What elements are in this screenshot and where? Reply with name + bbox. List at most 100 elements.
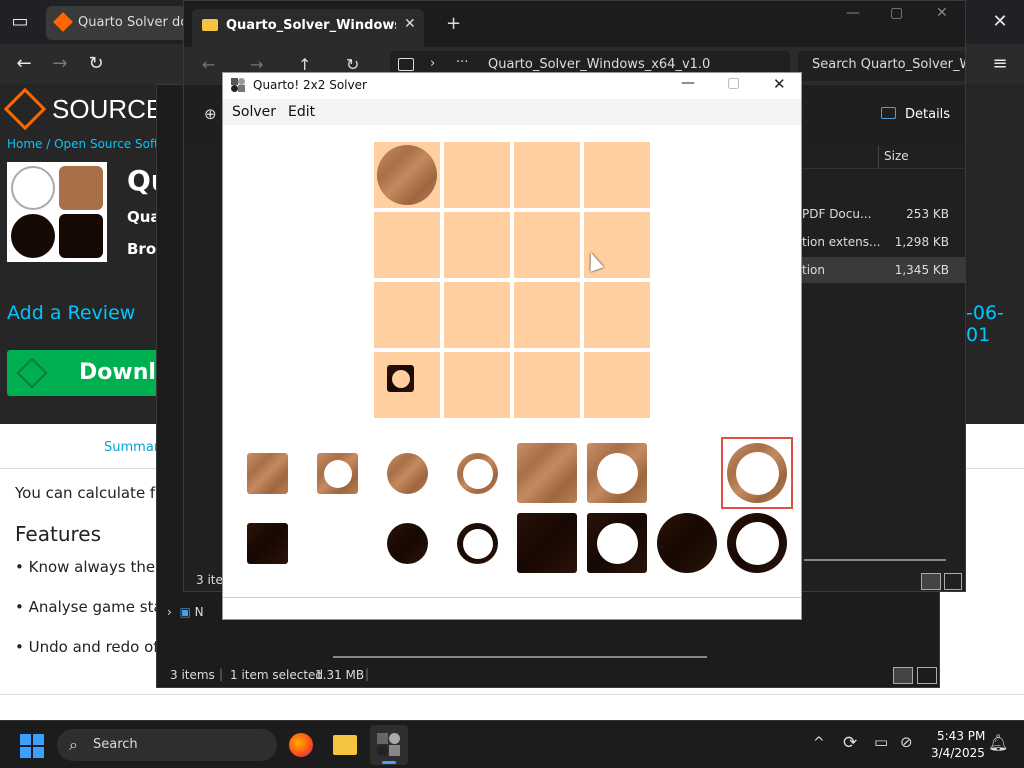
piece-wood-large-round-hollow[interactable] — [727, 443, 787, 503]
scrollbar[interactable] — [333, 656, 707, 658]
summary-tab[interactable]: Summar — [104, 440, 159, 455]
board-cell[interactable] — [444, 282, 510, 348]
board-cell[interactable] — [514, 282, 580, 348]
windows-start-icon[interactable] — [20, 734, 44, 758]
chevron-up-icon[interactable]: ^ — [813, 735, 825, 751]
board-cell[interactable] — [374, 212, 440, 278]
tiles-view-icon[interactable] — [917, 667, 937, 684]
forward-arrow-icon[interactable]: → — [48, 54, 72, 74]
piece-slot[interactable] — [657, 513, 717, 573]
piece-slot[interactable] — [237, 513, 297, 573]
browser-tab[interactable]: Quarto Solver down — [46, 6, 207, 40]
piece-slot[interactable] — [377, 443, 437, 503]
piece-slot[interactable] — [721, 437, 793, 509]
close-icon[interactable]: ✕ — [404, 16, 416, 32]
tab-actions-icon[interactable]: ▭ — [8, 12, 32, 32]
piece-dark-small-square-hollow-invert[interactable] — [387, 365, 414, 392]
file-list-scrollbar[interactable] — [804, 559, 946, 561]
back-arrow-icon[interactable]: ← — [12, 54, 36, 74]
board-cell[interactable] — [444, 212, 510, 278]
file-row-selected[interactable]: tion 1,345 KB — [794, 257, 965, 283]
close-icon[interactable]: ✕ — [773, 75, 786, 93]
notification-bell-icon[interactable]: 🔔︎ — [988, 733, 1008, 752]
piece-dark-large-square-solid[interactable] — [517, 513, 577, 573]
close-icon[interactable]: ✕ — [936, 5, 948, 21]
piece-slot[interactable] — [517, 443, 577, 503]
piece-dark-small-round-hollow[interactable] — [457, 523, 498, 564]
piece-slot[interactable] — [237, 443, 297, 503]
menu-solver[interactable]: Solver — [232, 104, 276, 120]
board-cell[interactable] — [374, 142, 440, 208]
file-row[interactable]: PDF Docu... 253 KB — [794, 201, 965, 227]
piece-wood-small-round-solid[interactable] — [387, 453, 428, 494]
reload-icon[interactable]: ↻ — [84, 54, 108, 74]
piece-dark-small-round-solid[interactable] — [387, 523, 428, 564]
taskbar-search[interactable]: ⌕ Search — [57, 729, 277, 761]
close-icon[interactable]: ✕ — [988, 12, 1012, 32]
piece-wood-large-square-hollow[interactable] — [587, 443, 647, 503]
download-button[interactable]: Downlo — [7, 350, 171, 396]
board-cell[interactable] — [584, 282, 650, 348]
back-arrow-icon[interactable]: ← — [202, 55, 215, 74]
piece-wood-large-round-solid[interactable] — [377, 145, 437, 205]
chevron-right-icon: › — [430, 56, 436, 71]
piece-slot[interactable] — [587, 443, 647, 503]
new-icon[interactable]: ⊕ — [204, 105, 217, 123]
piece-slot[interactable] — [377, 513, 437, 573]
network-icon[interactable]: ⊘ — [900, 733, 913, 751]
quarto-taskbar-icon[interactable] — [370, 725, 408, 765]
maximize-icon[interactable]: ▢ — [727, 75, 740, 91]
firefox-icon[interactable] — [289, 733, 313, 757]
size-column-header[interactable]: Size — [884, 149, 909, 163]
board-cell[interactable] — [374, 352, 440, 418]
clock-time[interactable]: 5:43 PM — [937, 729, 985, 743]
piece-wood-small-square-solid[interactable] — [247, 453, 288, 494]
board-cell[interactable] — [514, 142, 580, 208]
quarto-menu-bar: Solver Edit — [223, 99, 801, 125]
details-view-icon[interactable] — [893, 667, 913, 684]
piece-dark-large-square-hollow[interactable] — [587, 513, 647, 573]
minimize-icon[interactable]: — — [681, 75, 695, 91]
board-cell[interactable] — [514, 352, 580, 418]
update-icon[interactable]: ⟳ — [843, 733, 857, 753]
board-cell[interactable] — [444, 142, 510, 208]
piece-slot[interactable] — [587, 513, 647, 573]
piece-wood-small-square-hollow[interactable] — [317, 453, 358, 494]
file-explorer-icon[interactable] — [333, 735, 357, 755]
piece-slot[interactable] — [517, 513, 577, 573]
details-button[interactable]: Details — [905, 107, 950, 122]
board-cell[interactable] — [584, 142, 650, 208]
piece-slot[interactable] — [727, 513, 787, 573]
minimize-icon[interactable]: — — [846, 5, 860, 21]
tiles-view-icon[interactable] — [944, 573, 962, 590]
explorer-tab[interactable]: Quarto_Solver_Windows_x64_v ✕ — [192, 9, 424, 47]
display-icon[interactable]: ▭ — [874, 733, 888, 751]
board-cell[interactable] — [584, 352, 650, 418]
search-field[interactable]: Search Quarto_Solver_Wi — [798, 51, 965, 81]
piece-wood-small-round-hollow[interactable] — [457, 453, 498, 494]
piece-dark-large-round-solid[interactable] — [657, 513, 717, 573]
menu-edit[interactable]: Edit — [288, 104, 315, 120]
piece-wood-large-square-solid[interactable] — [517, 443, 577, 503]
maximize-icon[interactable]: ▢ — [890, 5, 903, 21]
clock-date[interactable]: 3/4/2025 — [931, 746, 985, 760]
piece-dark-small-square-solid[interactable] — [247, 523, 288, 564]
add-review-link[interactable]: Add a Review — [7, 302, 135, 324]
board-cell[interactable] — [374, 282, 440, 348]
more-icon[interactable]: ··· — [456, 55, 468, 70]
file-size: 1,298 KB — [894, 235, 949, 249]
menu-icon[interactable]: ≡ — [988, 54, 1012, 74]
feature-item: • Undo and redo of n — [15, 638, 173, 656]
piece-slot[interactable] — [447, 513, 507, 573]
piece-slot[interactable] — [447, 443, 507, 503]
board-cell[interactable] — [514, 212, 580, 278]
details-view-icon[interactable] — [921, 573, 941, 590]
piece-dark-large-round-hollow[interactable] — [727, 513, 787, 573]
piece-slot[interactable] — [307, 443, 367, 503]
plus-icon[interactable]: + — [446, 13, 461, 34]
details-pane-icon[interactable] — [881, 107, 896, 119]
file-row[interactable]: tion extens... 1,298 KB — [794, 229, 965, 255]
breadcrumb[interactable]: Home / Open Source Softwa — [7, 137, 176, 151]
network-item[interactable]: › ▣ N — [167, 605, 204, 619]
board-cell[interactable] — [444, 352, 510, 418]
